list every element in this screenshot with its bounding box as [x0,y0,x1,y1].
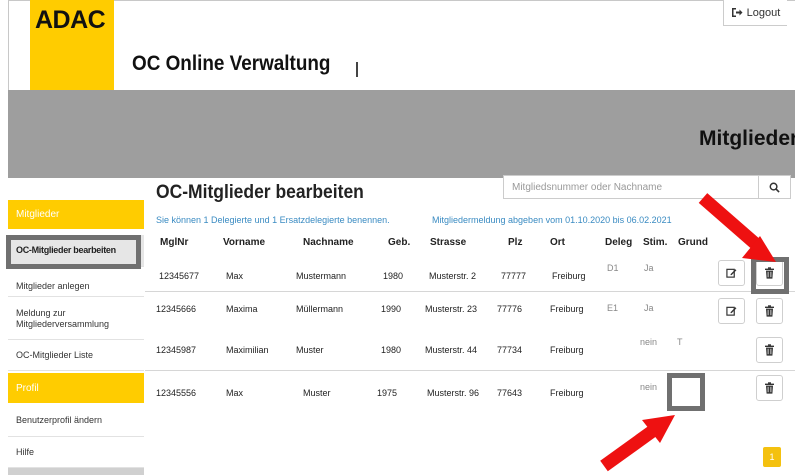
cell-strasse: Musterstr. 96 [427,388,480,398]
sidebar-item-mitglieder-anlegen[interactable]: Mitglieder anlegen [8,269,144,297]
sidebar-section-profil[interactable]: Profil [8,373,144,403]
cell-geb: 1980 [381,345,402,355]
red-arrow-bottom [600,415,675,472]
cell-mglnr: 12345987 [156,345,197,355]
app-title: OC Online Verwaltung [132,52,331,75]
edit-button[interactable] [718,298,745,324]
cell-ort: Freiburg [552,271,586,281]
adac-logo[interactable]: ADAC [30,0,114,90]
table-row[interactable]: 12345677 Max Mustermann 1980 Musterstr. … [145,254,795,292]
sidebar-footer-bar [8,468,144,475]
main-title: OC-Mitglieder bearbeiten [156,182,364,203]
column-header-plz[interactable]: Plz [508,237,522,248]
cell-nachname: Mustermann [296,271,347,281]
sidebar-section-label: Profil [16,382,39,394]
cell-mglnr: 12345666 [156,304,197,314]
table-row[interactable]: 12345987 Maximilian Muster 1980 Musterst… [145,330,795,371]
delete-button[interactable] [756,375,783,401]
cell-ort: Freiburg [550,345,584,355]
cell-vorname: Maxima [226,304,258,314]
cell-grund: T [677,337,683,347]
delete-button[interactable] [756,298,783,324]
column-header-vorname[interactable]: Vorname [223,237,265,248]
text-cursor [356,62,358,77]
top-header [8,0,795,90]
highlight-box-empty-cell [667,373,705,411]
cell-mglnr: 12345556 [156,388,197,398]
column-header-ort[interactable]: Ort [550,237,565,248]
delegate-info-text: Sie können 1 Delegierte und 1 Ersatzdele… [156,215,390,225]
cell-plz: 77777 [501,271,527,281]
column-header-geb[interactable]: Geb. [388,237,410,248]
sidebar-item-label: OC-Mitglieder Liste [16,350,94,360]
cell-deleg: D1 [607,263,619,273]
sidebar-item-label: Mitglieder anlegen [16,281,90,291]
page: ADAC OC Online Verwaltung Logout Mitglie… [0,0,795,475]
reporting-period-text: Mitgliedermeldung abgeben vom 01.10.2020… [432,215,672,225]
cell-vorname: Max [226,388,244,398]
column-header-strasse[interactable]: Strasse [430,237,466,248]
logo-text: ADAC [35,6,106,34]
trash-icon [765,305,774,317]
sidebar-section-mitglieder[interactable]: Mitglieder [8,200,144,229]
logout-button[interactable]: Logout [723,0,787,26]
logout-label: Logout [746,6,781,19]
red-arrow-top-right [698,193,776,262]
cell-geb: 1990 [381,304,402,314]
edit-icon [726,306,737,316]
highlight-box-sidebar [6,235,141,269]
sidebar-item-label: Benutzerprofil ändern [16,415,103,425]
search-button[interactable] [758,175,791,199]
sign-out-icon [731,8,743,17]
search-input[interactable] [503,175,759,199]
highlight-box-delete [751,257,789,294]
cell-plz: 77734 [497,345,523,355]
cell-deleg: E1 [607,303,619,313]
cell-ort: Freiburg [550,388,584,398]
delete-button[interactable] [756,337,783,363]
trash-icon [765,382,774,394]
cell-vorname: Maximilian [226,345,269,355]
cell-plz: 77643 [497,388,523,398]
sidebar-item-benutzerprofil-aendern[interactable]: Benutzerprofil ändern [8,405,144,437]
edit-button[interactable] [718,260,745,286]
sidebar-section-label: Mitglieder [16,209,60,220]
cell-ort: Freiburg [550,304,584,314]
column-header-deleg[interactable]: Deleg [605,237,632,248]
cell-geb: 1975 [377,388,398,398]
trash-icon [765,344,774,356]
column-header-mglnr[interactable]: MglNr [160,237,188,248]
cell-nachname: Müllermann [296,304,344,314]
sidebar-item-hilfe[interactable]: Hilfe [8,438,144,468]
column-header-nachname[interactable]: Nachname [303,237,354,248]
pagination-page-1[interactable]: 1 [763,447,781,467]
sidebar-item-oc-mitglieder-liste[interactable]: OC-Mitglieder Liste [8,341,144,371]
cell-vorname: Max [226,271,244,281]
cell-stim: Ja [644,263,654,273]
column-header-grund[interactable]: Grund [678,237,708,248]
cell-strasse: Musterstr. 44 [425,345,478,355]
cell-stim: nein [640,337,658,347]
sidebar-item-meldung-mitgliederversammlung[interactable]: Meldung zur Mitgliederversammlung [8,298,144,340]
cell-geb: 1980 [383,271,404,281]
cell-stim: nein [640,382,658,392]
sidebar-item-label: Meldung zur Mitgliederversammlung [16,307,110,329]
cell-nachname: Muster [296,345,324,355]
header-band [8,90,795,178]
page-heading: Mitglieder [699,127,795,150]
edit-icon [726,268,737,278]
sidebar-item-label: Hilfe [16,447,35,457]
cell-strasse: Musterstr. 2 [429,271,477,281]
cell-stim: Ja [644,303,654,313]
cell-nachname: Muster [303,388,331,398]
cell-mglnr: 12345677 [159,271,200,281]
cell-strasse: Musterstr. 23 [425,304,478,314]
column-header-stim[interactable]: Stim. [643,237,667,248]
cell-plz: 77776 [497,304,523,314]
table-row[interactable]: 12345666 Maxima Müllermann 1990 Musterst… [145,292,795,330]
search-icon [769,182,780,193]
